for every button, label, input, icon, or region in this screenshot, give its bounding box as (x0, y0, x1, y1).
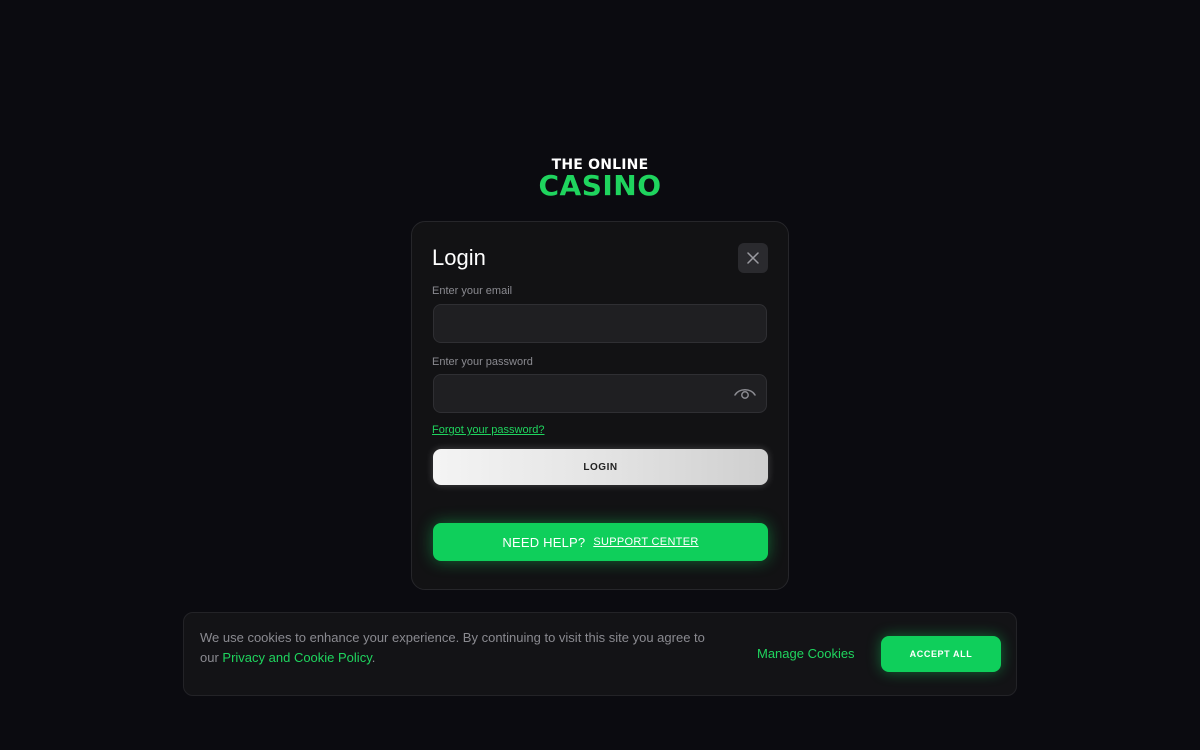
logo-bottom-text: CASINO (538, 169, 662, 202)
login-title: Login (432, 245, 486, 270)
login-modal: Login Enter your email Enter your passwo… (411, 221, 789, 590)
support-center-link[interactable]: SUPPORT CENTER (593, 536, 698, 548)
accept-all-button[interactable]: ACCEPT ALL (881, 636, 1001, 672)
email-label: Enter your email (432, 285, 513, 297)
forgot-password-link[interactable]: Forgot your password? (432, 424, 545, 436)
close-button[interactable] (738, 243, 768, 273)
need-help-button[interactable]: NEED HELP? SUPPORT CENTER (433, 523, 768, 561)
eye-icon (734, 389, 756, 399)
need-help-text: NEED HELP? (502, 534, 586, 550)
login-button[interactable]: LOGIN (433, 449, 768, 485)
cookie-banner: We use cookies to enhance your experienc… (183, 612, 1017, 696)
show-password-button[interactable] (733, 384, 757, 402)
cookie-message: We use cookies to enhance your experienc… (200, 628, 720, 668)
password-field[interactable] (433, 374, 767, 413)
password-label: Enter your password (432, 356, 533, 368)
privacy-policy-link[interactable]: Privacy and Cookie Policy (222, 650, 371, 665)
manage-cookies-button[interactable]: Manage Cookies (757, 646, 855, 661)
site-logo[interactable]: THE ONLINE CASINO (0, 157, 1200, 200)
cookie-text-suffix: . (371, 650, 376, 665)
close-icon (747, 252, 759, 264)
email-field[interactable] (433, 304, 767, 343)
